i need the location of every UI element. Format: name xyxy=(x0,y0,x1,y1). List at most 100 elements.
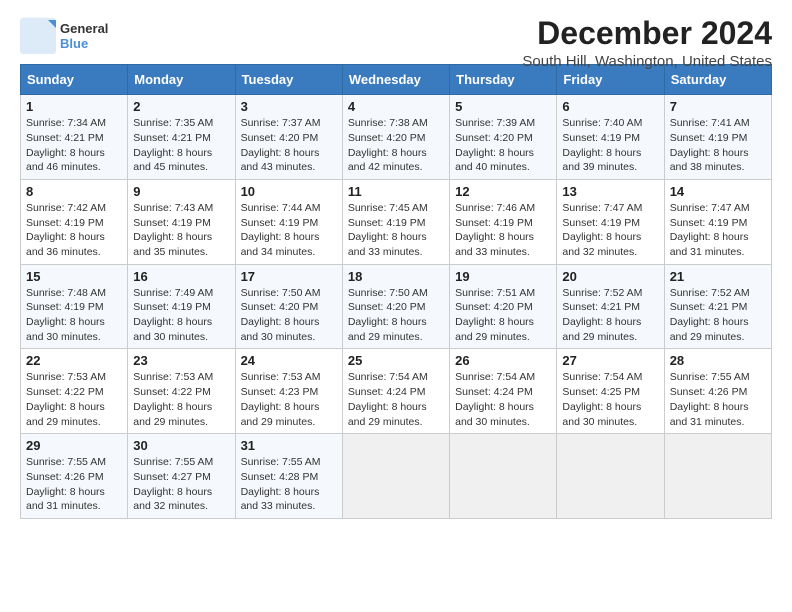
day-number: 28 xyxy=(670,353,766,368)
page-title: December 2024 xyxy=(522,16,772,51)
calendar-cell xyxy=(664,434,771,519)
calendar-cell: 8 Sunrise: 7:42 AM Sunset: 4:19 PM Dayli… xyxy=(21,179,128,264)
calendar-cell: 27 Sunrise: 7:54 AM Sunset: 4:25 PM Dayl… xyxy=(557,349,664,434)
calendar-table: Sunday Monday Tuesday Wednesday Thursday… xyxy=(20,64,772,519)
calendar-cell: 10 Sunrise: 7:44 AM Sunset: 4:19 PM Dayl… xyxy=(235,179,342,264)
day-number: 5 xyxy=(455,99,551,114)
calendar-cell: 2 Sunrise: 7:35 AM Sunset: 4:21 PM Dayli… xyxy=(128,95,235,180)
calendar-cell: 9 Sunrise: 7:43 AM Sunset: 4:19 PM Dayli… xyxy=(128,179,235,264)
day-number: 9 xyxy=(133,184,229,199)
day-number: 24 xyxy=(241,353,337,368)
day-number: 29 xyxy=(26,438,122,453)
calendar-cell: 11 Sunrise: 7:45 AM Sunset: 4:19 PM Dayl… xyxy=(342,179,449,264)
calendar-cell xyxy=(557,434,664,519)
header-tuesday: Tuesday xyxy=(235,65,342,95)
day-info: Sunrise: 7:40 AM Sunset: 4:19 PM Dayligh… xyxy=(562,116,658,175)
day-number: 21 xyxy=(670,269,766,284)
calendar-cell: 16 Sunrise: 7:49 AM Sunset: 4:19 PM Dayl… xyxy=(128,264,235,349)
day-info: Sunrise: 7:50 AM Sunset: 4:20 PM Dayligh… xyxy=(241,286,337,345)
calendar-week-3: 15 Sunrise: 7:48 AM Sunset: 4:19 PM Dayl… xyxy=(21,264,772,349)
day-number: 30 xyxy=(133,438,229,453)
calendar-week-2: 8 Sunrise: 7:42 AM Sunset: 4:19 PM Dayli… xyxy=(21,179,772,264)
logo-line2: Blue xyxy=(60,36,88,51)
day-number: 25 xyxy=(348,353,444,368)
day-info: Sunrise: 7:54 AM Sunset: 4:25 PM Dayligh… xyxy=(562,370,658,429)
day-info: Sunrise: 7:47 AM Sunset: 4:19 PM Dayligh… xyxy=(670,201,766,260)
day-info: Sunrise: 7:46 AM Sunset: 4:19 PM Dayligh… xyxy=(455,201,551,260)
calendar-cell: 22 Sunrise: 7:53 AM Sunset: 4:22 PM Dayl… xyxy=(21,349,128,434)
calendar-cell xyxy=(450,434,557,519)
day-info: Sunrise: 7:52 AM Sunset: 4:21 PM Dayligh… xyxy=(562,286,658,345)
day-info: Sunrise: 7:37 AM Sunset: 4:20 PM Dayligh… xyxy=(241,116,337,175)
day-info: Sunrise: 7:53 AM Sunset: 4:22 PM Dayligh… xyxy=(133,370,229,429)
calendar-week-4: 22 Sunrise: 7:53 AM Sunset: 4:22 PM Dayl… xyxy=(21,349,772,434)
day-info: Sunrise: 7:45 AM Sunset: 4:19 PM Dayligh… xyxy=(348,201,444,260)
day-info: Sunrise: 7:38 AM Sunset: 4:20 PM Dayligh… xyxy=(348,116,444,175)
calendar-cell: 26 Sunrise: 7:54 AM Sunset: 4:24 PM Dayl… xyxy=(450,349,557,434)
day-number: 6 xyxy=(562,99,658,114)
calendar-cell: 21 Sunrise: 7:52 AM Sunset: 4:21 PM Dayl… xyxy=(664,264,771,349)
calendar-cell: 1 Sunrise: 7:34 AM Sunset: 4:21 PM Dayli… xyxy=(21,95,128,180)
day-number: 13 xyxy=(562,184,658,199)
logo-svg xyxy=(20,18,56,54)
page-subtitle: South Hill, Washington, United States xyxy=(522,53,772,70)
calendar-cell: 14 Sunrise: 7:47 AM Sunset: 4:19 PM Dayl… xyxy=(664,179,771,264)
day-info: Sunrise: 7:48 AM Sunset: 4:19 PM Dayligh… xyxy=(26,286,122,345)
day-number: 3 xyxy=(241,99,337,114)
calendar-cell: 6 Sunrise: 7:40 AM Sunset: 4:19 PM Dayli… xyxy=(557,95,664,180)
day-info: Sunrise: 7:34 AM Sunset: 4:21 PM Dayligh… xyxy=(26,116,122,175)
day-number: 27 xyxy=(562,353,658,368)
calendar-cell: 31 Sunrise: 7:55 AM Sunset: 4:28 PM Dayl… xyxy=(235,434,342,519)
calendar-cell: 15 Sunrise: 7:48 AM Sunset: 4:19 PM Dayl… xyxy=(21,264,128,349)
day-number: 18 xyxy=(348,269,444,284)
header-monday: Monday xyxy=(128,65,235,95)
logo-display: General Blue xyxy=(20,18,108,54)
day-number: 31 xyxy=(241,438,337,453)
day-number: 10 xyxy=(241,184,337,199)
calendar-week-5: 29 Sunrise: 7:55 AM Sunset: 4:26 PM Dayl… xyxy=(21,434,772,519)
calendar-cell: 17 Sunrise: 7:50 AM Sunset: 4:20 PM Dayl… xyxy=(235,264,342,349)
day-info: Sunrise: 7:52 AM Sunset: 4:21 PM Dayligh… xyxy=(670,286,766,345)
day-info: Sunrise: 7:55 AM Sunset: 4:27 PM Dayligh… xyxy=(133,455,229,514)
day-info: Sunrise: 7:47 AM Sunset: 4:19 PM Dayligh… xyxy=(562,201,658,260)
calendar-cell: 23 Sunrise: 7:53 AM Sunset: 4:22 PM Dayl… xyxy=(128,349,235,434)
calendar-cell: 30 Sunrise: 7:55 AM Sunset: 4:27 PM Dayl… xyxy=(128,434,235,519)
day-number: 4 xyxy=(348,99,444,114)
calendar-cell: 20 Sunrise: 7:52 AM Sunset: 4:21 PM Dayl… xyxy=(557,264,664,349)
day-info: Sunrise: 7:39 AM Sunset: 4:20 PM Dayligh… xyxy=(455,116,551,175)
calendar-cell: 3 Sunrise: 7:37 AM Sunset: 4:20 PM Dayli… xyxy=(235,95,342,180)
calendar-cell: 13 Sunrise: 7:47 AM Sunset: 4:19 PM Dayl… xyxy=(557,179,664,264)
day-number: 1 xyxy=(26,99,122,114)
calendar-cell: 7 Sunrise: 7:41 AM Sunset: 4:19 PM Dayli… xyxy=(664,95,771,180)
day-number: 7 xyxy=(670,99,766,114)
day-number: 23 xyxy=(133,353,229,368)
day-number: 8 xyxy=(26,184,122,199)
day-info: Sunrise: 7:53 AM Sunset: 4:23 PM Dayligh… xyxy=(241,370,337,429)
day-info: Sunrise: 7:43 AM Sunset: 4:19 PM Dayligh… xyxy=(133,201,229,260)
day-number: 19 xyxy=(455,269,551,284)
header-sunday: Sunday xyxy=(21,65,128,95)
day-info: Sunrise: 7:44 AM Sunset: 4:19 PM Dayligh… xyxy=(241,201,337,260)
calendar-cell: 25 Sunrise: 7:54 AM Sunset: 4:24 PM Dayl… xyxy=(342,349,449,434)
day-number: 14 xyxy=(670,184,766,199)
day-number: 20 xyxy=(562,269,658,284)
calendar-cell xyxy=(342,434,449,519)
calendar-week-1: 1 Sunrise: 7:34 AM Sunset: 4:21 PM Dayli… xyxy=(21,95,772,180)
logo-line1: General xyxy=(60,21,108,36)
calendar-cell: 29 Sunrise: 7:55 AM Sunset: 4:26 PM Dayl… xyxy=(21,434,128,519)
day-number: 15 xyxy=(26,269,122,284)
day-info: Sunrise: 7:54 AM Sunset: 4:24 PM Dayligh… xyxy=(455,370,551,429)
day-number: 16 xyxy=(133,269,229,284)
calendar-cell: 12 Sunrise: 7:46 AM Sunset: 4:19 PM Dayl… xyxy=(450,179,557,264)
header-wednesday: Wednesday xyxy=(342,65,449,95)
day-number: 26 xyxy=(455,353,551,368)
day-info: Sunrise: 7:41 AM Sunset: 4:19 PM Dayligh… xyxy=(670,116,766,175)
calendar-cell: 18 Sunrise: 7:50 AM Sunset: 4:20 PM Dayl… xyxy=(342,264,449,349)
day-number: 11 xyxy=(348,184,444,199)
day-number: 12 xyxy=(455,184,551,199)
day-info: Sunrise: 7:49 AM Sunset: 4:19 PM Dayligh… xyxy=(133,286,229,345)
day-info: Sunrise: 7:53 AM Sunset: 4:22 PM Dayligh… xyxy=(26,370,122,429)
calendar-cell: 4 Sunrise: 7:38 AM Sunset: 4:20 PM Dayli… xyxy=(342,95,449,180)
day-number: 17 xyxy=(241,269,337,284)
day-info: Sunrise: 7:50 AM Sunset: 4:20 PM Dayligh… xyxy=(348,286,444,345)
